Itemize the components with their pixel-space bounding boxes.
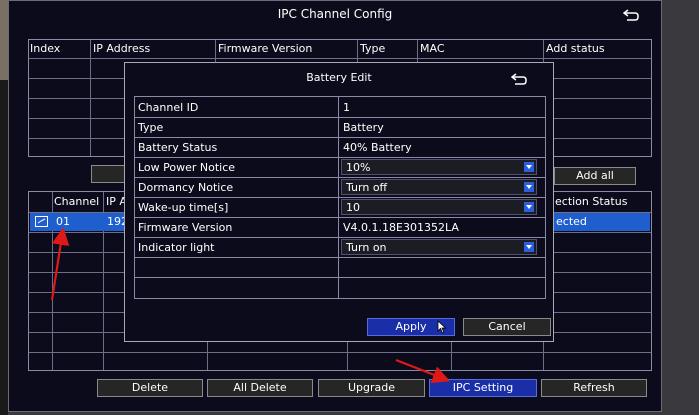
dormancy-notice-value: Turn off [346,181,388,194]
delete-button[interactable]: Delete [97,379,203,397]
dialog-title: Battery Edit [306,71,372,84]
dropdown-arrow-icon[interactable] [524,182,534,192]
dropdown-arrow-icon[interactable] [524,162,534,172]
dropdown-arrow-icon[interactable] [524,202,534,212]
background-photo [0,0,8,80]
checkbox-icon[interactable] [35,216,48,227]
channel-id-value: 1 [343,101,350,114]
battery-status-value: 40% Battery [343,141,412,154]
low-power-notice-value: 10% [346,161,371,174]
header-mac: MAC [420,42,445,55]
dormancy-notice-select[interactable]: Turn off [341,179,537,195]
back-arrow-icon[interactable] [623,9,639,21]
refresh-button[interactable]: Refresh [541,379,647,397]
type-label: Type [138,121,164,134]
back-arrow-icon[interactable] [511,73,527,85]
header-ip-address: IP Address [93,42,151,55]
header-index: Index [30,42,61,55]
low-power-notice-select[interactable]: 10% [341,159,537,175]
header-add-status: Add status [546,42,605,55]
wakeup-time-label: Wake-up time[s] [138,201,229,214]
indicator-light-value: Turn on [346,241,387,254]
firmware-version-value: V4.0.1.18E301352LA [343,221,459,234]
header-type: Type [360,42,386,55]
header-firmware-version: Firmware Version [218,42,313,55]
wakeup-time-select[interactable]: 10 [341,199,537,215]
ipc-setting-button[interactable]: IPC Setting [429,379,537,397]
add-all-button[interactable]: Add all [554,167,636,185]
battery-settings-table: Channel ID 1 Type Battery Battery Status… [134,96,546,299]
row-status: ected [556,215,587,228]
channel-id-label: Channel ID [138,101,199,114]
battery-status-label: Battery Status [138,141,218,154]
header-channel: Channel [54,195,100,208]
battery-edit-dialog: Battery Edit Channel ID 1 Type Battery B… [124,62,554,342]
window-title: IPC Channel Config [277,7,393,21]
mouse-cursor-icon [437,320,447,334]
indicator-light-label: Indicator light [138,241,215,254]
wakeup-time-value: 10 [346,201,360,214]
dormancy-notice-label: Dormancy Notice [138,181,234,194]
upgrade-button[interactable]: Upgrade [318,379,425,397]
type-value: Battery [343,121,384,134]
dropdown-arrow-icon[interactable] [524,242,534,252]
row-channel: 01 [56,215,70,228]
all-delete-button[interactable]: All Delete [207,379,313,397]
cancel-button[interactable]: Cancel [463,318,551,336]
header-connection-status: ection Status [555,195,628,208]
firmware-version-label: Firmware Version [138,221,233,234]
low-power-notice-label: Low Power Notice [138,161,236,174]
indicator-light-select[interactable]: Turn on [341,239,537,255]
